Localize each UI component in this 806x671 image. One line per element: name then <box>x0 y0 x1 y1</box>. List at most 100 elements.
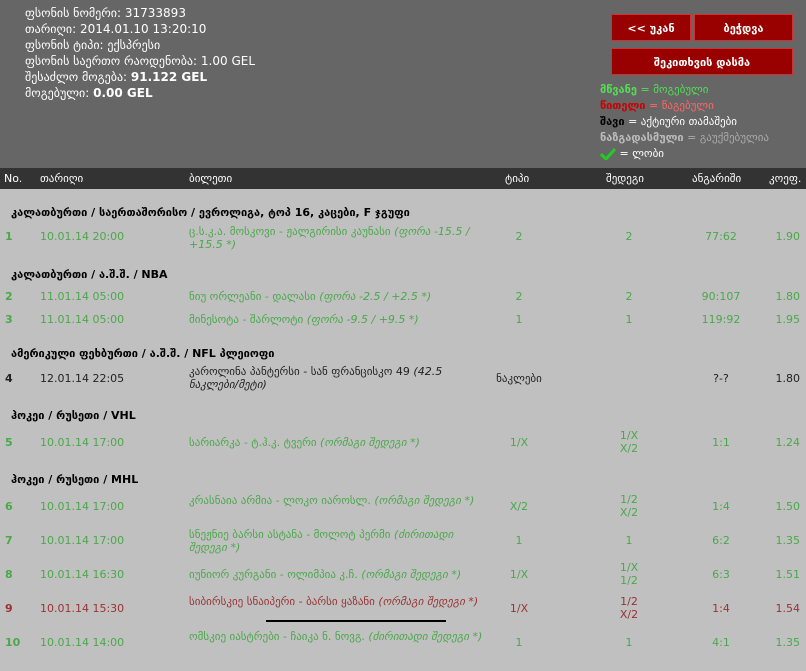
row-score: 90:107 <box>701 290 741 303</box>
row-result: 2 <box>625 230 633 243</box>
legend-green-val: მოგებული <box>653 83 709 96</box>
col-coef: კოეფ. <box>769 172 802 185</box>
row-ticket-teams: იუნიორ კურგანი - ოლიმპია კ.ჩ. <box>189 568 358 581</box>
row-no: 10 <box>5 636 21 649</box>
row-ticket-teams: სარიარკა - ტ.ჰ.კ. ტვერი <box>189 436 317 449</box>
row-score: 119:92 <box>701 313 741 326</box>
ticket-number-value: 31733893 <box>124 6 186 20</box>
row-no: 5 <box>5 436 13 449</box>
print-button[interactable]: ბეჭდვა <box>694 14 793 41</box>
row-coef: 1.35 <box>775 534 801 547</box>
row-ticket: კრასნაია არმია - ლოკო იაროსლ. (ორმაგი შე… <box>189 494 489 507</box>
row-score: 4:1 <box>712 636 730 649</box>
row-ticket-teams: კრასნაია არმია - ლოკო იაროსლ. <box>189 494 371 507</box>
legend-check-eq: = <box>619 147 629 160</box>
row-date: 10.01.14 17:00 <box>40 500 125 513</box>
row-coef: 1.51 <box>775 568 801 581</box>
row-coef: 1.90 <box>775 230 801 243</box>
row-type: 1 <box>515 534 523 547</box>
row-date: 10.01.14 17:00 <box>40 534 125 547</box>
row-date: 10.01.14 20:00 <box>40 230 125 243</box>
row-ticket-note: (ფორა -2.5 / +2.5 *) <box>319 290 432 303</box>
group-heading: ჰოკეი / რუსეთი / VHL <box>11 409 136 422</box>
legend-red: წითელი = წაგებული <box>600 98 769 114</box>
ticket-type-label: ფსონის ტიპი: <box>25 38 104 52</box>
legend-black-key: შავი <box>600 115 625 128</box>
legend-red-val: წაგებული <box>661 99 714 112</box>
ticket-date-label: თარიღი: <box>25 22 77 36</box>
row-no: 7 <box>5 534 13 547</box>
row-date: 11.01.14 05:00 <box>40 313 125 326</box>
row-coef: 1.24 <box>775 436 801 449</box>
row-type: 2 <box>515 230 523 243</box>
legend-green-eq: = <box>640 83 650 96</box>
row-date: 10.01.14 17:00 <box>40 436 125 449</box>
row-type: 2 <box>515 290 523 303</box>
row-no: 9 <box>5 602 13 615</box>
row-ticket-teams: სიბირსკიე სნაიპერი - ბარსი ყაზანი <box>189 595 375 608</box>
ticket-header-panel: ფსონის ნომერი: 31733893 თარიღი: 2014.01.… <box>0 0 806 168</box>
col-no: No. <box>4 172 23 185</box>
ticket-total-value: 1.00 GEL <box>200 54 256 68</box>
row-ticket-teams: სნეჟნიე ბარსი ასტანა - მოლოტ პერმი <box>189 528 391 541</box>
row-no: 8 <box>5 568 13 581</box>
row-ticket-note: (ორმაგი შედეგი *) <box>374 494 475 507</box>
table-header: No. თარიღი ბილეთი ტიპი შედეგი ანგარიში კ… <box>0 168 806 189</box>
row-no: 4 <box>5 372 13 385</box>
row-ticket-teams: ომსკიე იასტრები - ჩაიკა ნ. ნოვგ. <box>189 630 365 643</box>
row-ticket-note: (ორმაგი შედეგი *) <box>320 436 420 449</box>
row-ticket: კაროლინა პანტერსი - სან ფრანცისკო 49 (42… <box>189 365 489 391</box>
row-ticket-teams: კაროლინა პანტერსი - სან ფრანცისკო 49 <box>189 365 410 378</box>
row-score: 77:62 <box>705 230 737 243</box>
group-heading: ამერიკული ფეხბურთი / ა.შ.შ. / NFL პლეიოფ… <box>11 347 275 360</box>
row-score: 6:2 <box>712 534 730 547</box>
legend-check: = ლობი <box>600 146 769 162</box>
row-score: ?-? <box>713 372 729 385</box>
row-ticket: იუნიორ კურგანი - ოლიმპია კ.ჩ. (ორმაგი შე… <box>189 568 489 581</box>
row-ticket-teams: ც.ს.კ.ა. მოსკოვი - ჟალგირისი კაუნასი <box>189 225 391 238</box>
row-score: 6:3 <box>712 568 730 581</box>
row-coef: 1.95 <box>775 313 801 326</box>
legend-red-eq: = <box>649 99 659 112</box>
ticket-type-value: ექსპრესი <box>107 38 161 52</box>
row-type: X/2 <box>509 500 529 513</box>
col-date: თარიღი <box>40 172 84 185</box>
row-no: 1 <box>5 230 13 243</box>
row-coef: 1.54 <box>775 602 801 615</box>
row-score: 1:4 <box>712 500 730 513</box>
ask-question-button[interactable]: შეკითხვის დასმა <box>611 48 793 75</box>
row-date: 10.01.14 15:30 <box>40 602 125 615</box>
row-coef: 1.80 <box>775 290 801 303</box>
row-score: 1:1 <box>712 436 730 449</box>
row-coef: 1.80 <box>775 372 801 385</box>
col-result: შედეგი <box>606 172 644 185</box>
row-ticket-note: (ფორა -9.5 / +9.5 *) <box>306 313 419 326</box>
legend-black: შავი = აქტიური თამაშები <box>600 114 769 130</box>
group-heading: კალათბურთი / ა.შ.შ. / NBA <box>11 268 168 281</box>
row-type: 1/X <box>509 436 529 449</box>
color-legend: მწვანე = მოგებული წითელი = წაგებული შავი… <box>600 82 769 162</box>
ticket-date-row: თარიღი: 2014.01.10 13:20:10 <box>25 21 255 37</box>
row-type: ნაკლები <box>496 372 542 385</box>
row-result: 1 <box>625 313 633 326</box>
row-date: 10.01.14 14:00 <box>40 636 125 649</box>
legend-green: მწვანე = მოგებული <box>600 82 769 98</box>
legend-green-key: მწვანე <box>600 83 637 96</box>
row-result: 2 <box>625 290 633 303</box>
row-type: 1/X <box>509 568 529 581</box>
col-score: ანგარიში <box>692 172 742 185</box>
legend-black-val: აქტიური თამაშები <box>640 115 737 128</box>
ticket-info: ფსონის ნომერი: 31733893 თარიღი: 2014.01.… <box>25 5 255 101</box>
row-result: 1/2 X/2 <box>619 595 639 621</box>
row-ticket-teams: მინესოტა - შარლოტი <box>189 313 304 326</box>
legend-red-key: წითელი <box>600 99 646 112</box>
row-result: 1 <box>625 636 633 649</box>
row-ticket-note: (ძირითადი შედეგი *) <box>368 630 483 643</box>
checkmark-icon <box>600 148 616 160</box>
hand-drawn-underline <box>266 620 446 622</box>
col-type: ტიპი <box>505 172 530 185</box>
row-ticket: ნიუ ორლეანი - დალასი (ფორა -2.5 / +2.5 *… <box>189 290 489 303</box>
row-type: 1 <box>515 313 523 326</box>
back-button[interactable]: << უკან <box>611 14 691 41</box>
ticket-date-value: 2014.01.10 13:20:10 <box>79 22 207 36</box>
